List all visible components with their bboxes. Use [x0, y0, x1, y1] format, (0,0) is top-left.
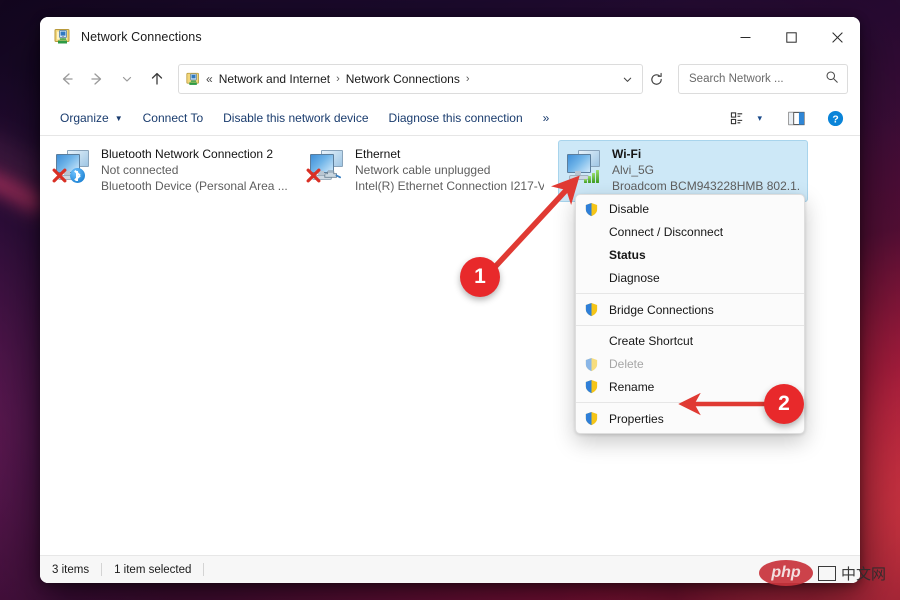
breadcrumb-separator-2: ›	[466, 73, 470, 85]
preview-pane-icon[interactable]	[782, 107, 811, 130]
overflow-label: »	[543, 111, 550, 125]
menu-item-label: Connect / Disconnect	[609, 225, 723, 239]
maximize-button[interactable]	[768, 17, 814, 57]
menu-item-disable[interactable]: Disable	[576, 198, 804, 221]
window-title: Network Connections	[81, 30, 202, 44]
search-input[interactable]	[687, 72, 825, 86]
ethernet-adapter-icon	[308, 148, 348, 186]
breadcrumb-overflow[interactable]: «	[206, 72, 213, 86]
menu-item-label: Delete	[609, 357, 644, 371]
menu-item-label: Status	[609, 248, 646, 262]
connect-to-button[interactable]: Connect To	[133, 106, 214, 130]
address-bar[interactable]: « Network and Internet › Network Connect…	[178, 64, 643, 94]
menu-item-label: Create Shortcut	[609, 334, 693, 348]
wifi-connection-text: Wi-Fi Alvi_5G Broadcom BCM943228HMB 802.…	[612, 147, 799, 194]
annotation-badge-1: 1	[460, 257, 500, 297]
menu-item-status[interactable]: Status	[576, 244, 804, 267]
breadcrumb: « Network and Internet › Network Connect…	[206, 72, 616, 86]
menu-separator-1	[576, 293, 804, 294]
network-connections-icon	[54, 28, 72, 46]
wifi-connection-item[interactable]: Wi-Fi Alvi_5G Broadcom BCM943228HMB 802.…	[558, 140, 808, 202]
close-button[interactable]	[814, 17, 860, 57]
connection-device: Broadcom BCM943228HMB 802.1...	[612, 178, 799, 194]
diagnose-connection-label: Diagnose this connection	[389, 111, 523, 125]
status-divider-2	[203, 563, 204, 576]
breadcrumb-network-and-internet[interactable]: Network and Internet	[219, 72, 330, 86]
diagnose-connection-button[interactable]: Diagnose this connection	[379, 106, 533, 130]
bluetooth-connection-text: Bluetooth Network Connection 2 Not conne…	[101, 147, 288, 194]
bluetooth-connection-item[interactable]: Bluetooth Network Connection 2 Not conne…	[48, 141, 300, 201]
menu-item-label: Properties	[609, 412, 664, 426]
status-bar: 3 items 1 item selected	[40, 555, 860, 583]
ethernet-connection-text: Ethernet Network cable unplugged Intel(R…	[355, 147, 544, 194]
item-count: 3 items	[52, 564, 89, 576]
status-divider-1	[101, 563, 102, 576]
view-caret-glyph: ▾	[757, 113, 762, 124]
shield-icon	[584, 357, 599, 372]
menu-item-label: Bridge Connections	[609, 303, 714, 317]
chevron-down-icon: ▼	[115, 114, 123, 123]
connection-status: Alvi_5G	[612, 162, 799, 178]
menu-item-bridge-connections[interactable]: Bridge Connections	[576, 298, 804, 321]
svg-text:?: ?	[832, 114, 838, 125]
annotation-badge-2: 2	[764, 384, 804, 424]
back-arrow-icon[interactable]	[52, 64, 82, 94]
connection-name: Ethernet	[355, 147, 544, 162]
overflow-button[interactable]: »	[533, 106, 560, 130]
menu-item-connect-disconnect[interactable]: Connect / Disconnect	[576, 221, 804, 244]
connection-device: Bluetooth Device (Personal Area ...	[101, 178, 288, 194]
organize-button[interactable]: Organize ▼	[50, 106, 133, 130]
command-bar: Organize ▼ Connect To Disable this netwo…	[40, 101, 860, 136]
shield-icon	[584, 411, 599, 426]
title-bar: Network Connections	[40, 17, 860, 57]
screen: Network Connections	[0, 0, 900, 600]
search-icon	[825, 70, 839, 89]
menu-item-delete: Delete	[576, 353, 804, 376]
minimize-button[interactable]	[722, 17, 768, 57]
menu-item-label: Disable	[609, 202, 649, 216]
bluetooth-adapter-icon	[54, 148, 94, 186]
connection-name: Wi-Fi	[612, 147, 799, 162]
disable-device-label: Disable this network device	[223, 111, 368, 125]
search-box[interactable]	[678, 64, 848, 94]
view-options-icon[interactable]	[724, 107, 751, 130]
menu-item-diagnose[interactable]: Diagnose	[576, 266, 804, 289]
wifi-adapter-icon	[565, 148, 605, 186]
connection-status: Network cable unplugged	[355, 162, 544, 178]
selection-count: 1 item selected	[114, 564, 191, 576]
watermark: php 中文网	[759, 560, 886, 586]
organize-label: Organize	[60, 111, 109, 125]
menu-item-create-shortcut[interactable]: Create Shortcut	[576, 330, 804, 353]
shield-icon	[584, 379, 599, 394]
recent-locations-chevron-icon[interactable]	[112, 64, 142, 94]
ethernet-connection-item[interactable]: Ethernet Network cable unplugged Intel(R…	[302, 141, 552, 201]
connection-status: Not connected	[101, 162, 288, 178]
connection-name: Bluetooth Network Connection 2	[101, 147, 288, 162]
shield-icon	[584, 302, 599, 317]
watermark-square-icon	[818, 566, 836, 581]
navigation-bar: « Network and Internet › Network Connect…	[40, 57, 860, 101]
forward-arrow-icon[interactable]	[82, 64, 112, 94]
menu-item-label: Diagnose	[609, 271, 660, 285]
network-icon	[186, 72, 201, 87]
watermark-text: 中文网	[841, 563, 886, 584]
view-options-chevron-icon[interactable]: ▾	[751, 109, 768, 128]
breadcrumb-separator-1: ›	[336, 73, 340, 85]
connection-device: Intel(R) Ethernet Connection I217-V	[355, 178, 544, 194]
breadcrumb-network-connections[interactable]: Network Connections	[346, 72, 460, 86]
signal-strength-icon	[584, 167, 600, 183]
menu-item-label: Rename	[609, 380, 654, 394]
address-dropdown-icon[interactable]	[616, 74, 638, 85]
shield-icon	[584, 202, 599, 217]
watermark-brand: php	[759, 560, 813, 586]
help-icon[interactable]: ?	[821, 106, 850, 131]
connect-to-label: Connect To	[143, 111, 204, 125]
up-arrow-icon[interactable]	[142, 64, 172, 94]
disable-network-device-button[interactable]: Disable this network device	[213, 106, 378, 130]
menu-separator-2	[576, 325, 804, 326]
refresh-icon[interactable]	[643, 72, 669, 87]
